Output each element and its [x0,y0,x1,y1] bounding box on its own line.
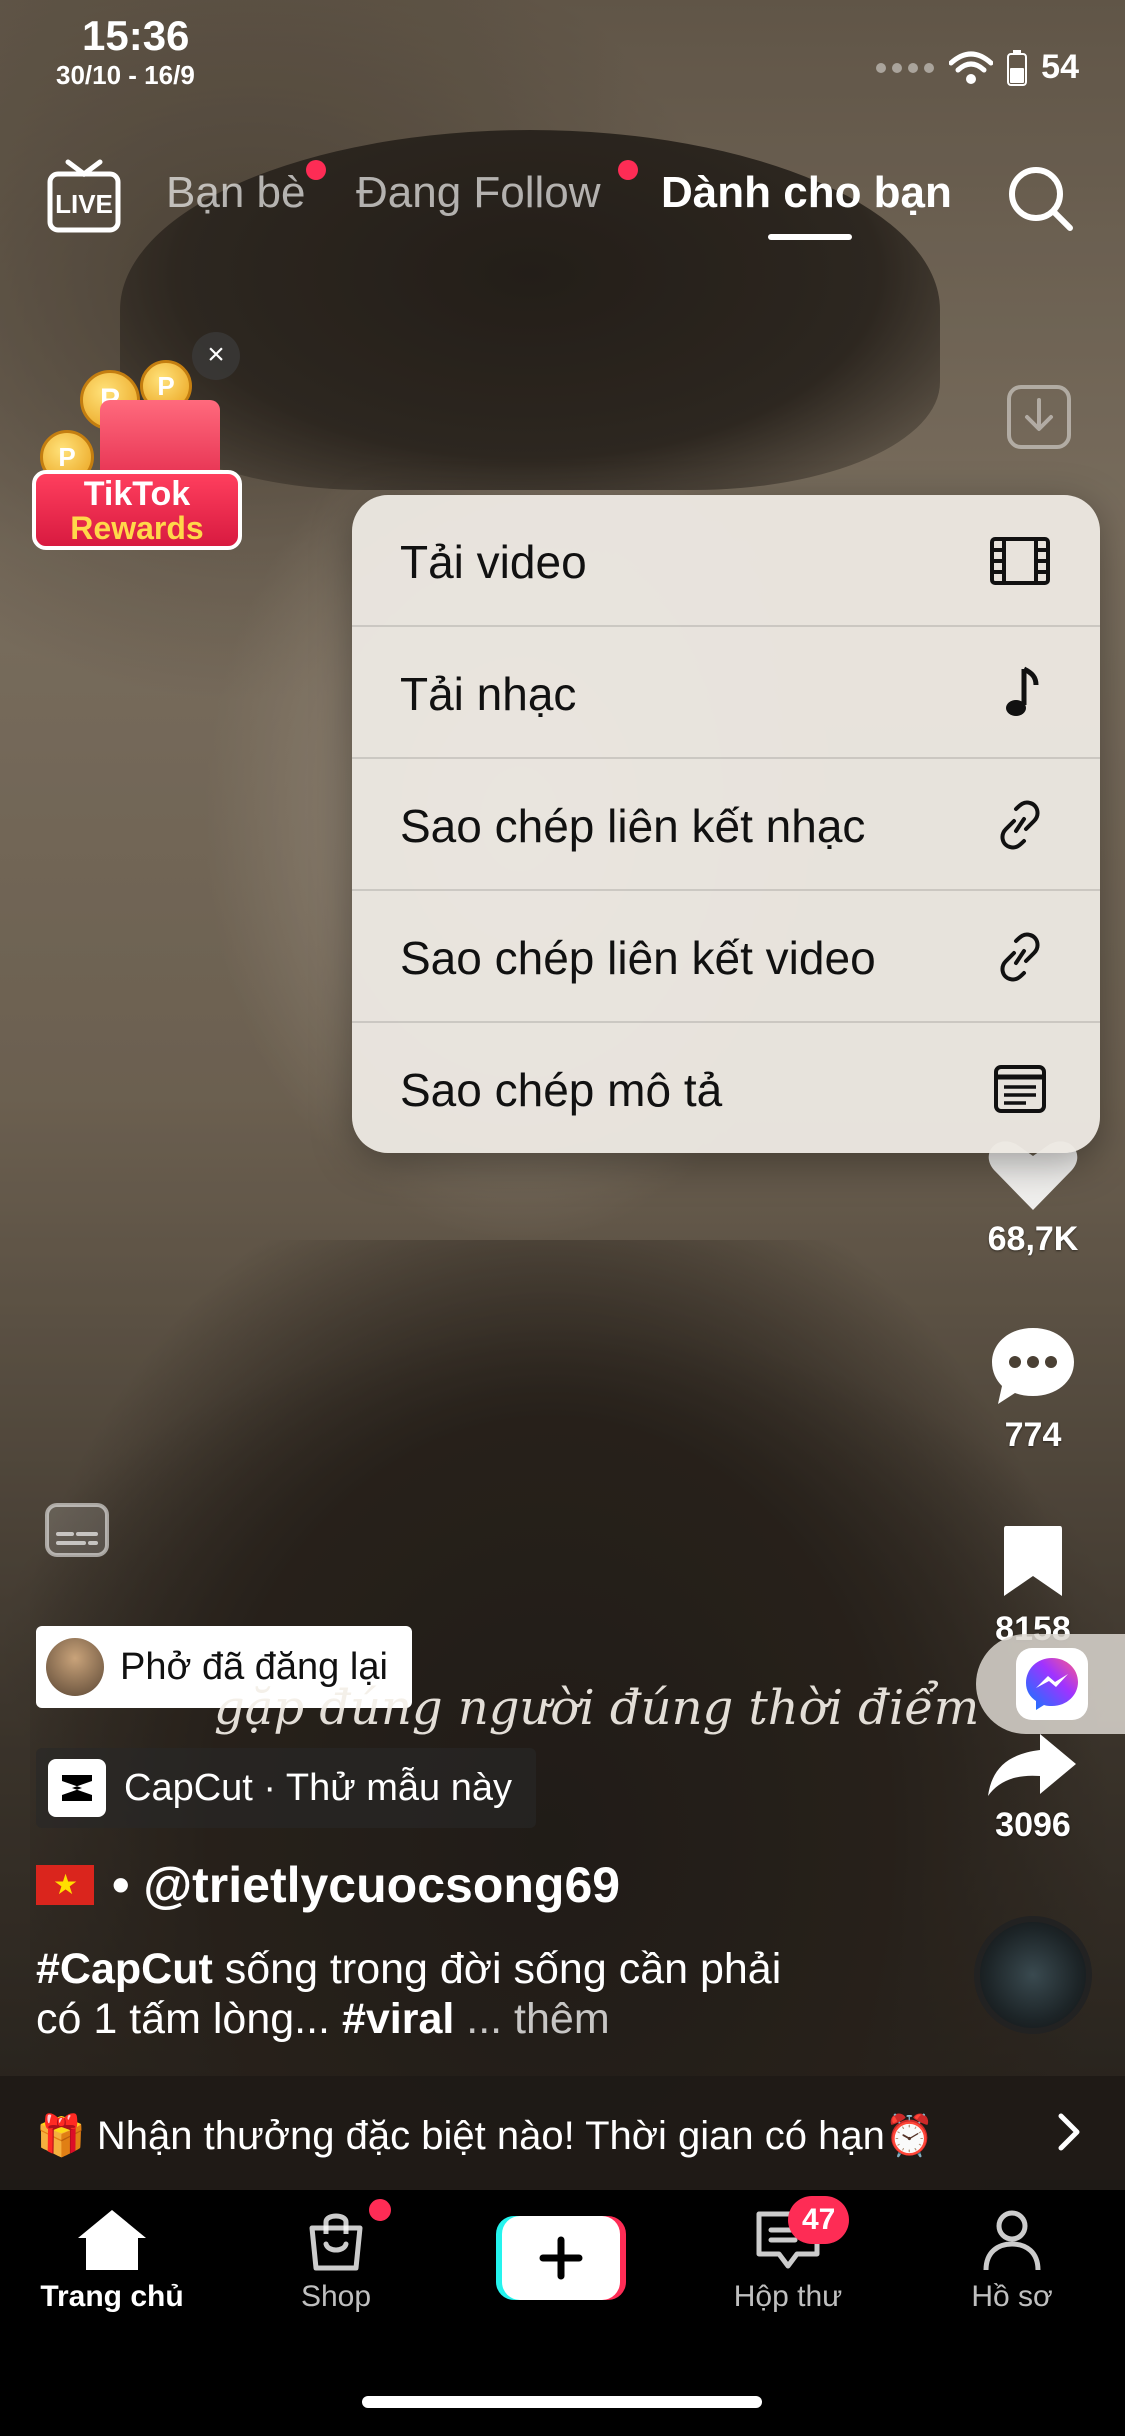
live-icon[interactable]: LIVE [46,158,122,234]
chevron-right-icon [1058,2113,1080,2151]
top-nav: LIVE Bạn bè Đang Follow Dành cho bạn [0,150,1125,260]
inbox-unread-badge: 47 [788,2196,850,2244]
tiktok-rewards-widget[interactable]: P P P TikTok Rewards [20,350,250,560]
likes-count: 68,7K [987,1220,1079,1258]
menu-item-copy-music-link[interactable]: Sao chép liên kết nhạc [352,759,1100,891]
nav-profile[interactable]: Hồ sơ [912,2208,1112,2314]
share-context-menu: Tải video Tải nhạc Sao chép liên kết nhạ… [352,495,1100,1153]
music-note-icon [1006,666,1039,716]
film-icon [990,537,1050,585]
share-arrow-icon[interactable] [984,1730,1080,1800]
hashtag-viral[interactable]: #viral [342,1995,454,2043]
nav-home[interactable]: Trang chủ [12,2208,212,2314]
menu-item-label: Sao chép liên kết video [400,932,876,984]
battery-level: 54 [1041,48,1079,86]
see-more-link[interactable]: ... thêm [454,1995,609,2043]
link-icon [1000,800,1040,850]
video-overlay-caption: gặp đúng người đúng thời điểm [214,1680,980,1736]
menu-item-download-music[interactable]: Tải nhạc [352,627,1100,759]
menu-item-label: Tải nhạc [400,668,577,720]
home-indicator[interactable] [362,2396,762,2408]
capcut-logo-icon [48,1759,106,1817]
rewards-line1: TikTok [83,475,191,513]
menu-item-download-video[interactable]: Tải video [352,495,1100,627]
menu-item-label: Tải video [400,536,587,588]
music-disc-thumbnail[interactable] [974,1916,1092,2034]
promo-banner[interactable]: 🎁 Nhận thưởng đặc biệt nào! Thời gian có… [0,2076,1125,2190]
bookmark-icon[interactable] [1000,1522,1066,1600]
battery-icon [1007,49,1028,86]
nav-label: Shop [300,2280,372,2313]
vietnam-flag-icon: ★ [36,1865,94,1905]
status-bar: 15:36 30/10 - 16/9 54 [0,0,1125,110]
nav-label: Hồ sơ [971,2280,1053,2313]
menu-item-copy-video-link[interactable]: Sao chép liên kết video [352,891,1100,1023]
description-icon [994,1065,1046,1113]
capcut-label: CapCut · Thử mẫu này [124,1766,513,1809]
rewards-badge: TikTok Rewards [32,470,242,550]
comments-count: 774 [1004,1416,1062,1454]
status-time: 15:36 [82,12,190,59]
tab-following[interactable]: Đang Follow [356,168,601,218]
profile-icon [983,2210,1041,2271]
messenger-icon[interactable] [1016,1648,1088,1720]
nav-shop[interactable]: Shop [236,2208,436,2314]
create-plus-button[interactable] [496,2216,626,2300]
status-date: 30/10 - 16/9 [56,60,195,90]
live-label: LIVE [55,189,113,219]
tab-following-dot [618,160,638,180]
tiktok-feed-screen: 15:36 30/10 - 16/9 54 LIVE Bạn bè Đang F… [0,0,1125,2436]
author-username[interactable]: ★ • @trietlycuocsong69 [36,1856,620,1914]
tab-for-you[interactable]: Dành cho bạn [661,168,952,218]
captions-icon[interactable] [44,1502,110,1558]
home-icon [78,2210,146,2270]
capcut-template-link[interactable]: CapCut · Thử mẫu này [36,1748,537,1828]
download-icon[interactable] [1006,384,1072,450]
comment-icon[interactable] [988,1324,1078,1408]
status-icons: 54 [875,48,1079,87]
video-description[interactable]: #CapCut sống trong đời sống cần phải có … [36,1944,796,2044]
username-text: • @trietlycuocsong69 [112,1857,621,1913]
menu-item-label: Sao chép liên kết nhạc [400,800,866,852]
menu-item-label: Sao chép mô tả [400,1064,723,1116]
tab-active-indicator [768,234,852,240]
shopping-bag-icon [309,2213,363,2271]
tab-friends-dot [306,160,326,180]
nav-label: Hộp thư [733,2280,843,2313]
search-icon[interactable] [1004,162,1076,234]
hashtag-capcut[interactable]: #CapCut [36,1945,213,1993]
avatar [46,1638,104,1696]
link-icon [1000,932,1040,982]
shop-notification-dot [366,2196,394,2224]
rewards-close-button[interactable]: × [192,332,240,380]
tab-friends[interactable]: Bạn bè [166,168,305,218]
promo-text: 🎁 Nhận thưởng đặc biệt nào! Thời gian có… [36,2114,935,2158]
wifi-icon [949,51,994,84]
shares-count: 3096 [995,1806,1071,1844]
signal-dots-icon [876,62,935,73]
rewards-line2: Rewards [70,510,204,546]
nav-label: Trang chủ [40,2280,184,2313]
menu-item-copy-description[interactable]: Sao chép mô tả [352,1023,1100,1153]
